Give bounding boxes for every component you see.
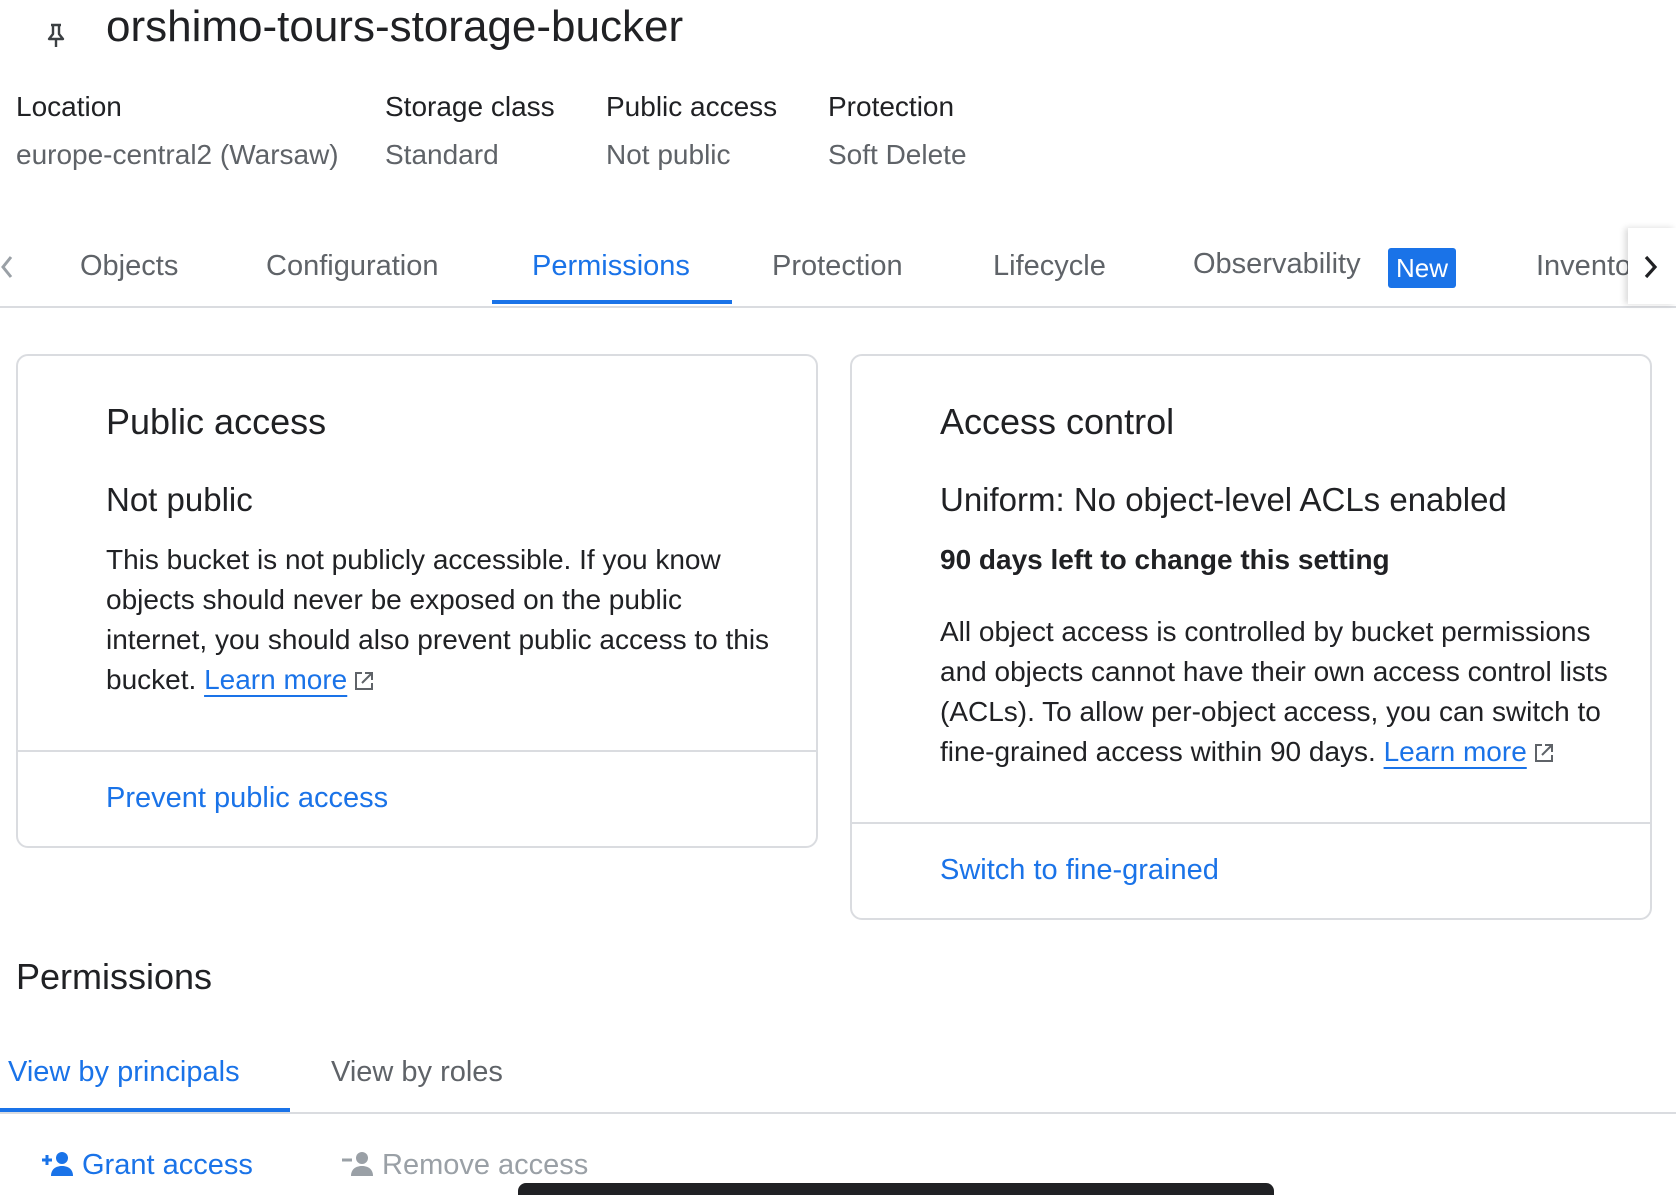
- meta-protection-label: Protection: [828, 91, 955, 122]
- meta-public-access-label: Public access: [606, 91, 778, 122]
- chevron-right-icon: [1644, 255, 1658, 279]
- tab-inventory[interactable]: Invento: [1536, 248, 1628, 284]
- person-remove-icon: [342, 1152, 373, 1176]
- grant-access-label: Grant access: [82, 1149, 253, 1181]
- access-control-card: Access control Uniform: No object-level …: [850, 354, 1652, 920]
- public-access-card: Public access Not public This bucket is …: [16, 354, 818, 848]
- bottom-overlay-bar: [518, 1183, 1274, 1195]
- permissions-view-tabs: View by principals View by roles: [0, 1048, 1676, 1114]
- bucket-tabs: Objects Configuration Permissions Protec…: [0, 228, 1676, 308]
- tab-configuration[interactable]: Configuration: [266, 248, 439, 284]
- access-control-status: Uniform: No object-level ACLs enabled: [940, 481, 1507, 518]
- tab-protection[interactable]: Protection: [772, 248, 903, 284]
- card-divider: [852, 822, 1650, 824]
- meta-location-value: europe-central2 (Warsaw): [16, 139, 339, 170]
- scroll-tabs-right-button[interactable]: [1628, 228, 1676, 304]
- switch-to-fine-grained-button[interactable]: Switch to fine-grained: [940, 852, 1219, 888]
- prevent-public-access-button[interactable]: Prevent public access: [106, 780, 388, 816]
- permissions-section-title: Permissions: [16, 956, 213, 997]
- meta-storage-class-label: Storage class: [385, 91, 555, 122]
- new-badge: New: [1388, 248, 1456, 288]
- tab-objects[interactable]: Objects: [80, 248, 178, 284]
- grant-access-button[interactable]: Grant access: [40, 1145, 253, 1185]
- active-tab-indicator: [492, 300, 732, 304]
- card-title: Access control: [940, 401, 1175, 442]
- public-access-description: This bucket is not publicly accessible. …: [106, 540, 786, 700]
- active-subtab-indicator: [0, 1108, 290, 1112]
- learn-more-link[interactable]: Learn more: [204, 664, 347, 695]
- meta-storage-class-value: Standard: [385, 139, 499, 170]
- remove-access-label: Remove access: [382, 1149, 589, 1181]
- tab-permissions[interactable]: Permissions: [532, 248, 690, 284]
- meta-location-label: Location: [16, 91, 122, 122]
- meta-storage-class: Storage class Standard: [385, 90, 555, 172]
- remove-access-button[interactable]: Remove access: [340, 1145, 588, 1185]
- pin-icon[interactable]: [44, 22, 68, 48]
- meta-public-access-value: Not public: [606, 139, 731, 170]
- tab-lifecycle[interactable]: Lifecycle: [993, 248, 1106, 284]
- meta-protection-value: Soft Delete: [828, 139, 967, 170]
- public-access-status: Not public: [106, 481, 253, 518]
- person-add-icon: [42, 1152, 73, 1176]
- card-divider: [18, 750, 816, 752]
- tab-observability[interactable]: Observability: [1193, 246, 1361, 282]
- chevron-left-icon[interactable]: [0, 254, 14, 280]
- tab-view-by-principals[interactable]: View by principals: [8, 1054, 240, 1090]
- external-link-icon: [1534, 744, 1553, 762]
- access-control-note: 90 days left to change this setting: [940, 544, 1390, 575]
- learn-more-link[interactable]: Learn more: [1384, 736, 1527, 767]
- tab-view-by-roles[interactable]: View by roles: [331, 1054, 503, 1090]
- meta-location: Location europe-central2 (Warsaw): [16, 90, 339, 172]
- card-title: Public access: [106, 401, 327, 442]
- page-header: orshimo-tours-storage-bucker: [0, 0, 1676, 60]
- meta-protection: Protection Soft Delete: [828, 90, 967, 172]
- external-link-icon: [355, 672, 374, 690]
- page-title: orshimo-tours-storage-bucker: [106, 2, 684, 51]
- access-control-description: All object access is controlled by bucke…: [940, 612, 1620, 772]
- meta-public-access: Public access Not public: [606, 90, 777, 172]
